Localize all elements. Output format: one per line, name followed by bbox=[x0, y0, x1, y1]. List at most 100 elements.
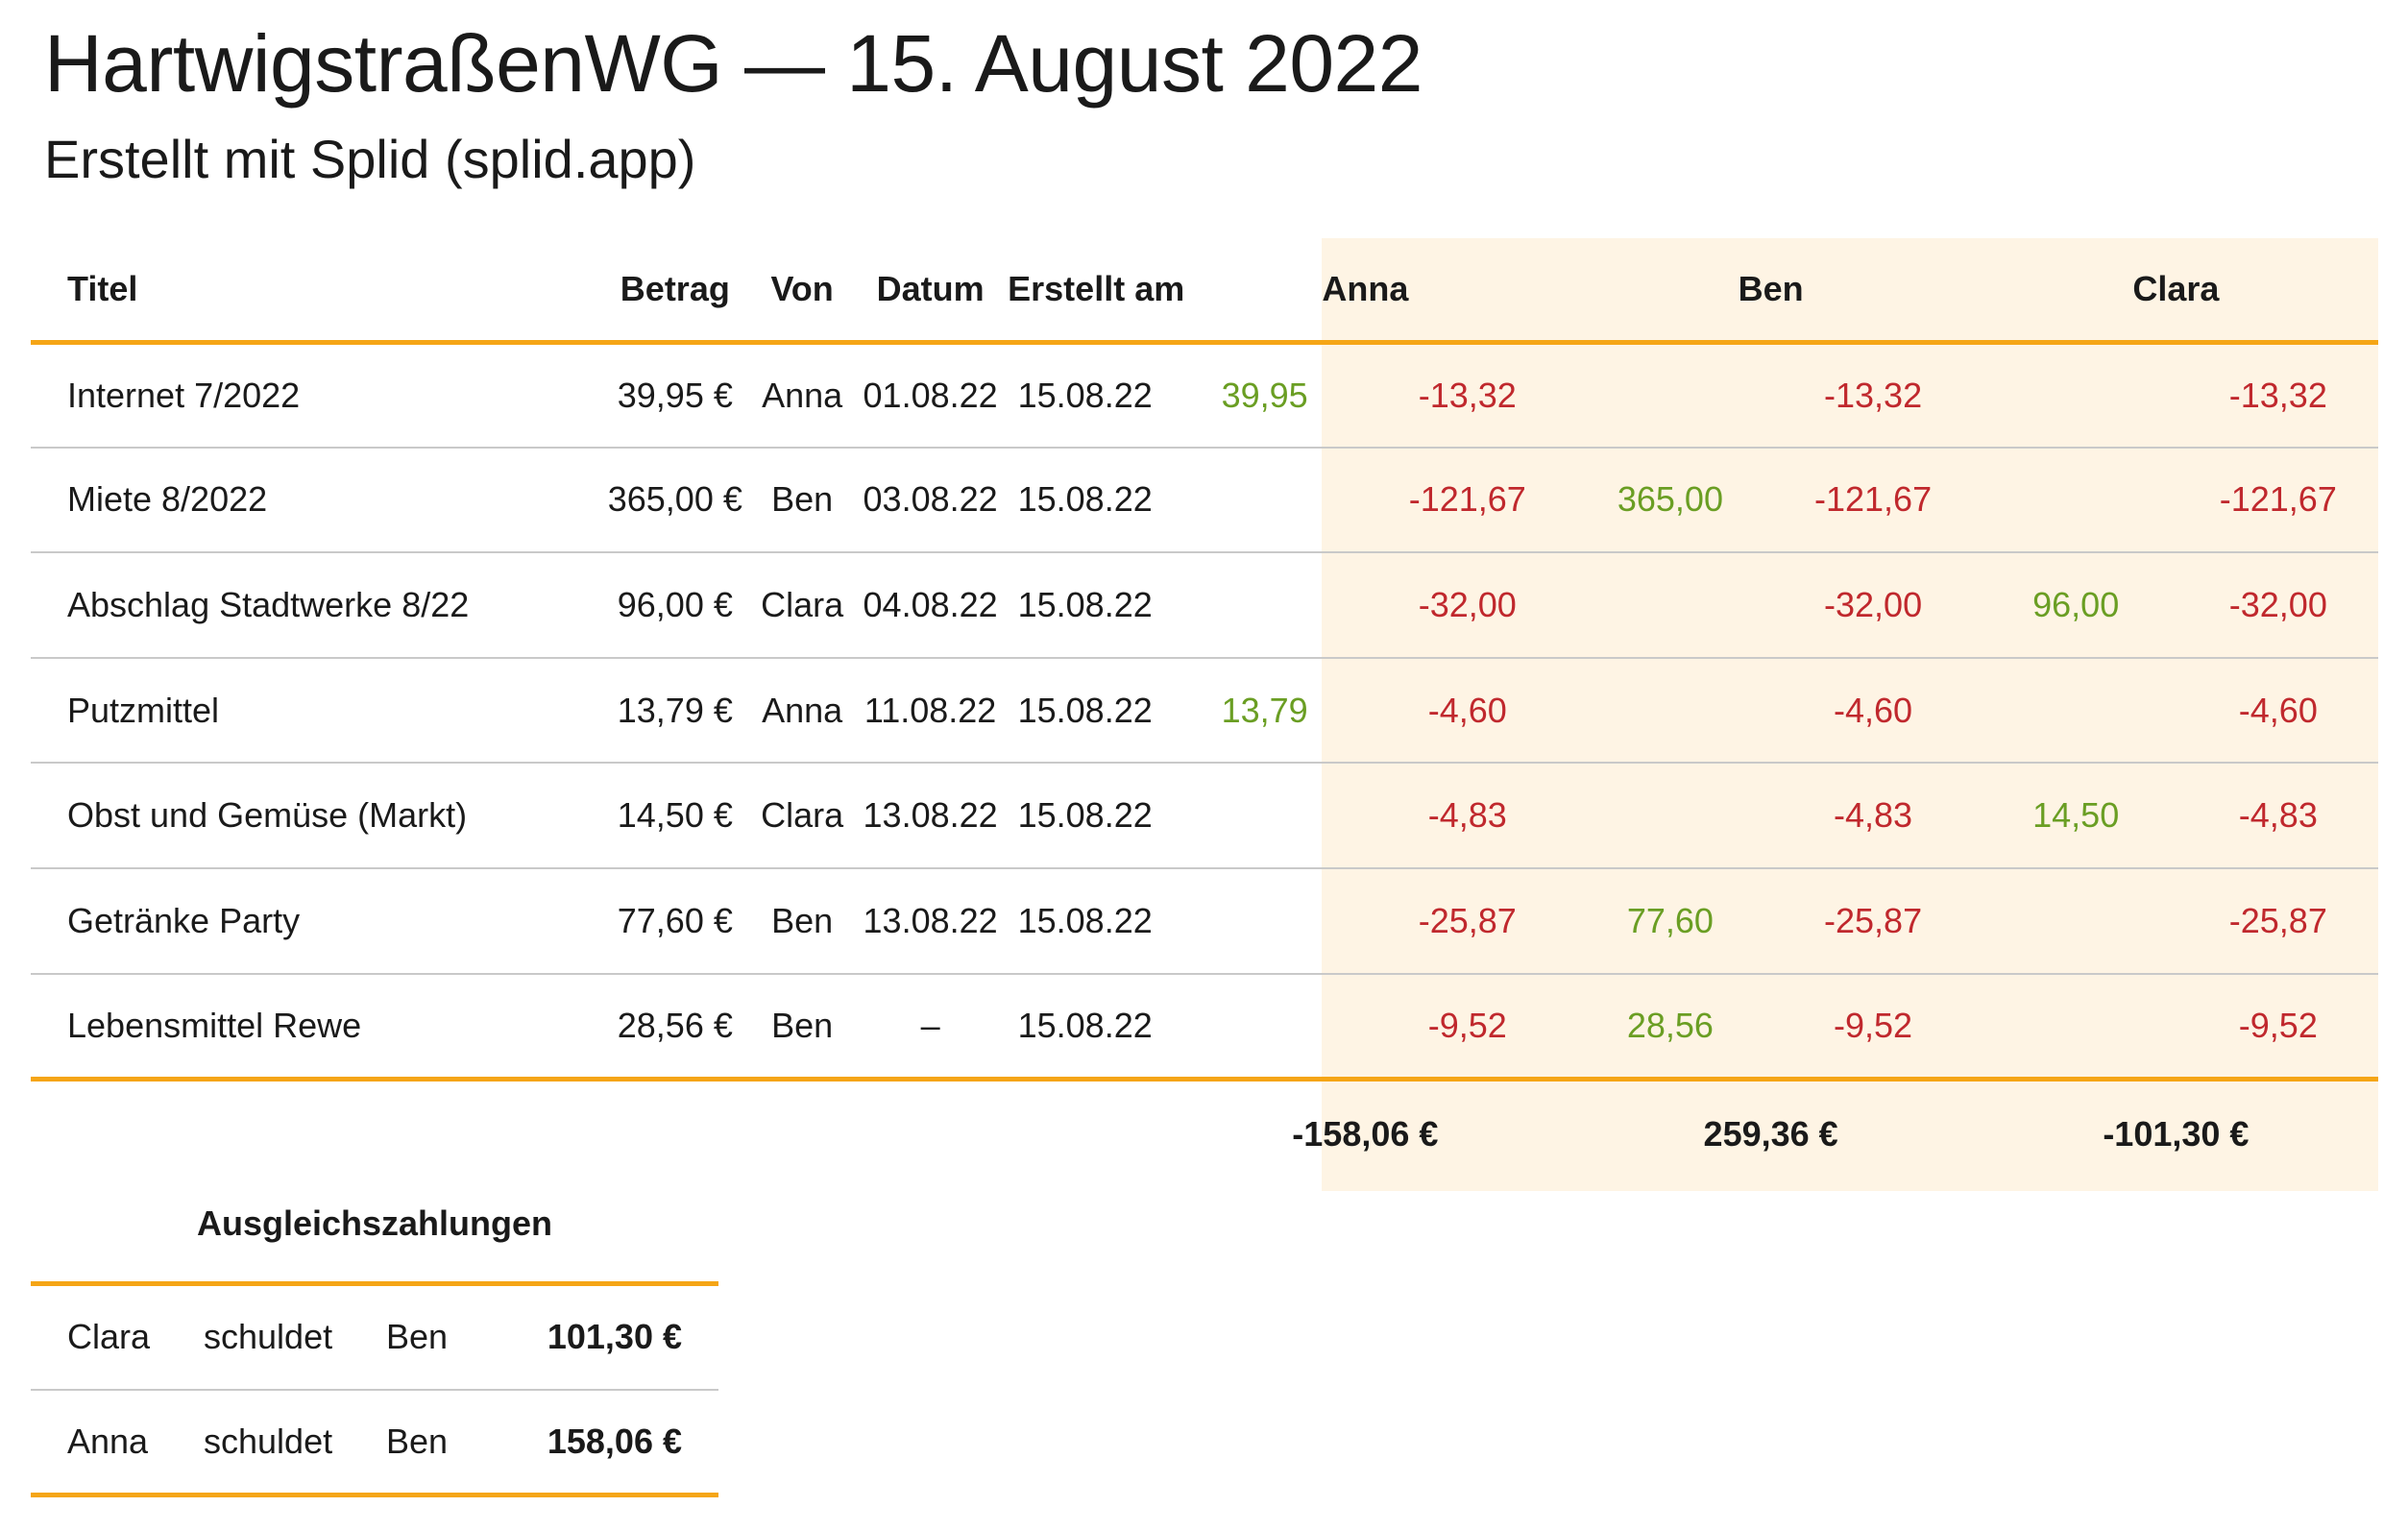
settlements-table: Clara schuldet Ben 101,30 € Anna schuldet Ben 1… bbox=[31, 1281, 718, 1497]
paid-amount-ben: 77,60 bbox=[1568, 867, 1773, 975]
expense-amount: 77,60 € bbox=[598, 867, 752, 975]
expense-created-date: 15.08.22 bbox=[1008, 447, 1163, 554]
column-header-erstellt-am: Erstellt am bbox=[1008, 238, 1184, 345]
paid-amount-anna bbox=[1162, 973, 1368, 1081]
paid-amount-ben bbox=[1568, 657, 1773, 765]
expense-payer: Ben bbox=[751, 867, 854, 975]
expense-amount: 14,50 € bbox=[598, 763, 752, 869]
share-amount-anna: -4,60 bbox=[1367, 657, 1569, 765]
settlements-title: Ausgleichszahlungen bbox=[196, 1203, 553, 1243]
share-amount-anna: -13,32 bbox=[1367, 342, 1569, 449]
table-row: Lebensmittel Rewe 28,56 € Ben –15.08.22 -9,5… bbox=[31, 973, 2378, 1081]
expense-payer: Clara bbox=[751, 552, 854, 659]
paid-amount-anna bbox=[1162, 867, 1368, 975]
expense-date: 13.08.22 bbox=[853, 763, 1009, 869]
table-header-row: Titel Betrag Von Datum Erstellt am Anna … bbox=[31, 238, 2378, 345]
share-amount-ben: -121,67 bbox=[1772, 447, 1974, 554]
settlement-amount: 158,06 € bbox=[521, 1389, 718, 1497]
total-anna: -158,06 € bbox=[1292, 1113, 1439, 1154]
column-header-betrag: Betrag bbox=[598, 238, 752, 345]
expense-created-date: 15.08.22 bbox=[1008, 552, 1163, 659]
paid-amount-anna: 13,79 bbox=[1162, 657, 1368, 765]
column-header-titel: Titel bbox=[31, 238, 599, 345]
paid-amount-ben: 28,56 bbox=[1568, 973, 1773, 1081]
expense-title: Abschlag Stadtwerke 8/22 bbox=[31, 552, 599, 659]
expense-date: 03.08.22 bbox=[853, 447, 1009, 554]
expense-date: 04.08.22 bbox=[853, 552, 1009, 659]
share-amount-clara: -9,52 bbox=[2177, 973, 2378, 1081]
settlement-debtor: Clara bbox=[31, 1283, 204, 1391]
share-amount-anna: -32,00 bbox=[1367, 552, 1569, 659]
share-amount-ben: -9,52 bbox=[1772, 973, 1974, 1081]
column-header-participant-ben: Ben bbox=[1568, 238, 1974, 345]
page-title: HartwigstraßenWG — 15. August 2022 bbox=[44, 18, 1423, 109]
table-row: Obst und Gemüse (Markt) 14,50 € Clara 13.08… bbox=[31, 763, 2378, 869]
settlement-row: Clara schuldet Ben 101,30 € bbox=[31, 1283, 718, 1391]
expense-title: Miete 8/2022 bbox=[31, 447, 599, 554]
share-amount-ben: -4,83 bbox=[1772, 763, 1974, 869]
expense-payer: Anna bbox=[751, 342, 854, 449]
expense-payer: Clara bbox=[751, 763, 854, 869]
column-header-datum: Datum bbox=[853, 238, 1009, 345]
expenses-table: Titel Betrag Von Datum Erstellt am Anna … bbox=[31, 238, 2378, 1187]
settlement-verb: schuldet bbox=[204, 1283, 386, 1391]
share-amount-ben: -32,00 bbox=[1772, 552, 1974, 659]
paid-amount-anna: 39,95 bbox=[1162, 342, 1368, 449]
expense-payer: Ben bbox=[751, 973, 854, 1081]
paid-amount-clara: 14,50 bbox=[1973, 763, 2178, 869]
expense-amount: 365,00 € bbox=[598, 447, 752, 554]
table-row: Internet 7/2022 39,95 € Anna 01.08.22 15.08.… bbox=[31, 342, 2378, 449]
paid-amount-anna bbox=[1162, 552, 1368, 659]
share-amount-clara: -32,00 bbox=[2177, 552, 2378, 659]
expense-title: Getränke Party bbox=[31, 867, 599, 975]
expense-created-date: 15.08.22 bbox=[1008, 342, 1163, 449]
column-header-participant-clara: Clara bbox=[1973, 238, 2378, 345]
settlement-debtor: Anna bbox=[31, 1389, 204, 1497]
table-row: Putzmittel 13,79 € Anna 11.08.22 15.08.22 13,… bbox=[31, 657, 2378, 765]
paid-amount-clara bbox=[1973, 342, 2178, 449]
settlement-creditor: Ben bbox=[386, 1389, 521, 1497]
expense-date: 11.08.22 bbox=[853, 657, 1009, 765]
settlement-amount: 101,30 € bbox=[521, 1283, 718, 1391]
expense-payer: Ben bbox=[751, 447, 854, 554]
expense-amount: 13,79 € bbox=[598, 657, 752, 765]
paid-amount-ben bbox=[1568, 552, 1773, 659]
table-row: Getränke Party 77,60 € Ben 13.08.22 15.08.22… bbox=[31, 867, 2378, 975]
total-clara: -101,30 € bbox=[2103, 1113, 2250, 1154]
totals-row: -158,06 € 259,36 € -101,30 € bbox=[31, 1079, 2378, 1187]
expense-title: Internet 7/2022 bbox=[31, 342, 599, 449]
settlement-verb: schuldet bbox=[204, 1389, 386, 1497]
share-amount-clara: -13,32 bbox=[2177, 342, 2378, 449]
paid-amount-anna bbox=[1162, 763, 1368, 869]
settlement-row: Anna schuldet Ben 158,06 € bbox=[31, 1389, 718, 1497]
paid-amount-clara: 96,00 bbox=[1973, 552, 2178, 659]
expense-created-date: 15.08.22 bbox=[1008, 867, 1163, 975]
share-amount-anna: -121,67 bbox=[1367, 447, 1569, 554]
settlement-creditor: Ben bbox=[386, 1283, 521, 1391]
expense-date: – bbox=[853, 973, 1009, 1081]
share-amount-ben: -25,87 bbox=[1772, 867, 1974, 975]
expense-payer: Anna bbox=[751, 657, 854, 765]
expense-title: Putzmittel bbox=[31, 657, 599, 765]
paid-amount-ben bbox=[1568, 342, 1773, 449]
column-header-von: Von bbox=[751, 238, 854, 345]
page-subtitle: Erstellt mit Splid (splid.app) bbox=[44, 129, 696, 189]
column-header-participant-anna: Anna bbox=[1162, 238, 1569, 345]
share-amount-clara: -4,83 bbox=[2177, 763, 2378, 869]
share-amount-ben: -13,32 bbox=[1772, 342, 1974, 449]
paid-amount-clara bbox=[1973, 973, 2178, 1081]
expense-created-date: 15.08.22 bbox=[1008, 763, 1163, 869]
table-row: Abschlag Stadtwerke 8/22 96,00 € Clara 04.0… bbox=[31, 552, 2378, 659]
expense-date: 13.08.22 bbox=[853, 867, 1009, 975]
share-amount-clara: -4,60 bbox=[2177, 657, 2378, 765]
share-amount-anna: -25,87 bbox=[1367, 867, 1569, 975]
share-amount-anna: -4,83 bbox=[1367, 763, 1569, 869]
paid-amount-clara bbox=[1973, 447, 2178, 554]
expense-amount: 28,56 € bbox=[598, 973, 752, 1081]
expense-title: Lebensmittel Rewe bbox=[31, 973, 599, 1081]
share-amount-clara: -121,67 bbox=[2177, 447, 2378, 554]
expense-title: Obst und Gemüse (Markt) bbox=[31, 763, 599, 869]
expense-amount: 39,95 € bbox=[598, 342, 752, 449]
expense-date: 01.08.22 bbox=[853, 342, 1009, 449]
paid-amount-clara bbox=[1973, 657, 2178, 765]
